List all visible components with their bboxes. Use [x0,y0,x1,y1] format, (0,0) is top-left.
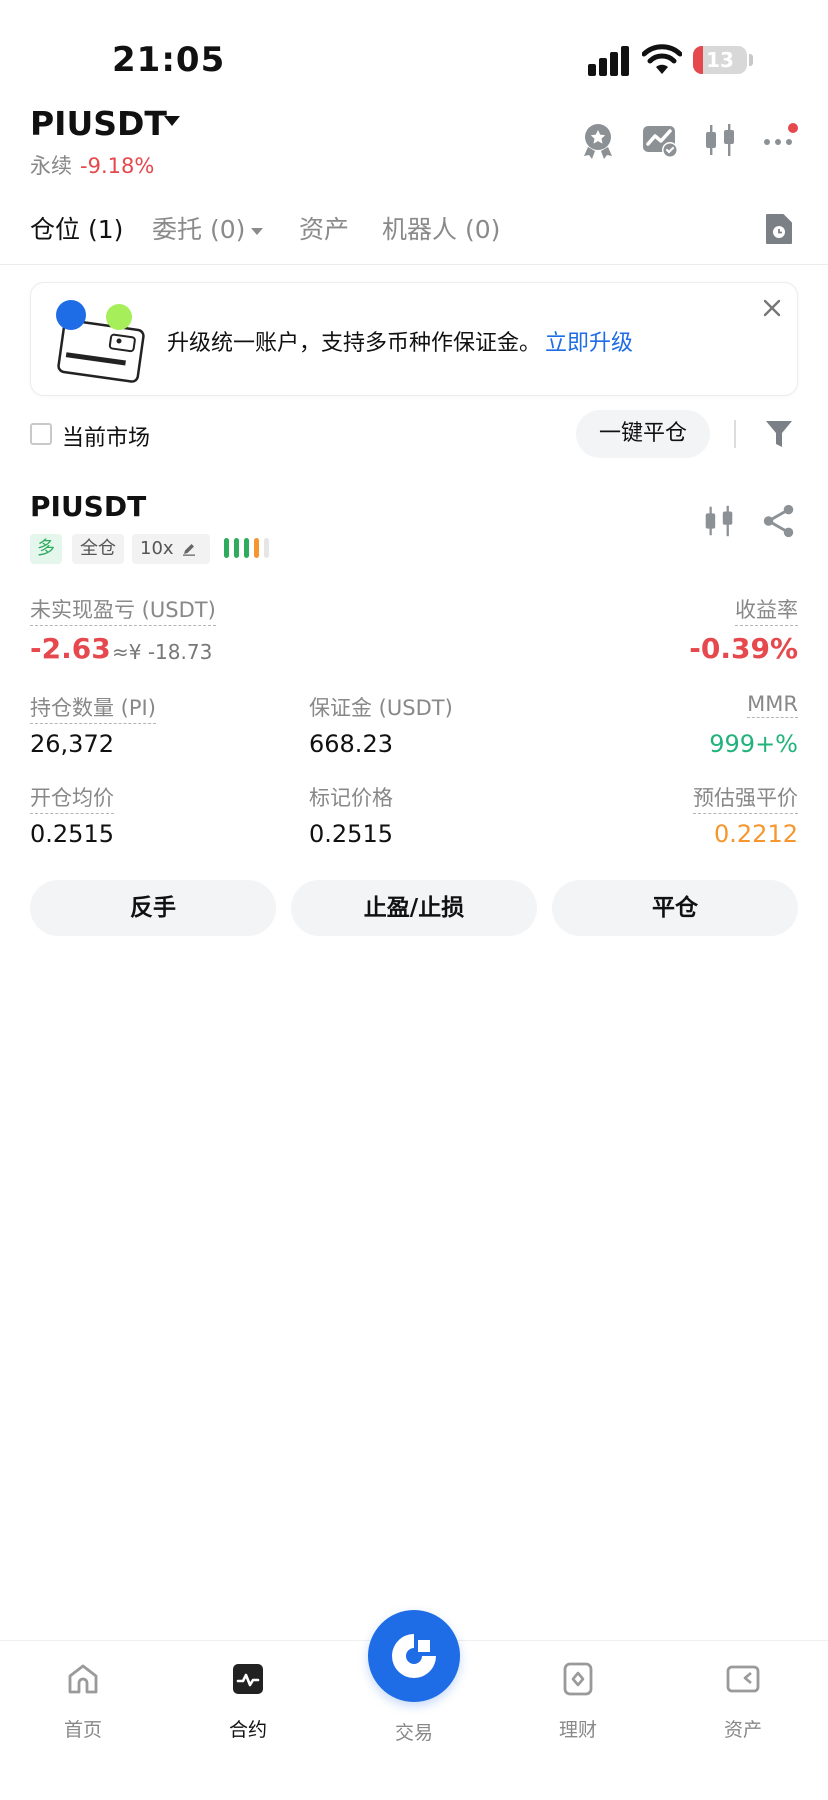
battery-icon: 13 [693,46,747,74]
tab-assets[interactable]: 资产 [299,210,349,246]
wallet-icon [726,1665,760,1693]
banner-message: 升级统一账户，支持多币种作保证金。 立即升级 [167,325,633,357]
tabs-divider [0,264,828,265]
earn-icon [563,1662,593,1696]
share-icon[interactable] [760,502,798,540]
trade-fab-button[interactable] [368,1610,460,1702]
upgrade-banner[interactable]: 升级统一账户，支持多币种作保证金。 立即升级 [30,282,798,396]
close-position-button[interactable]: 平仓 [552,880,798,936]
upgrade-link[interactable]: 立即升级 [545,331,633,356]
margin-value: 668.23 [309,730,393,758]
unrealized-pnl-cny: ≈¥ -18.73 [112,640,213,664]
nav-home-label: 首页 [63,1719,102,1741]
mark-price-label: 标记价格 [309,786,393,810]
status-time: 21:05 [112,40,226,80]
liq-price-label: 预估强平价 [693,782,798,814]
tab-bots[interactable]: 机器人 (0) [382,210,500,246]
caret-down-icon [251,227,264,235]
leverage-badge[interactable]: 10x [132,534,210,564]
mmr-value: 999+% [709,730,798,758]
trade-logo-icon [392,1634,436,1678]
unrealized-pnl-label: 未实现盈亏 (USDT) [30,594,216,626]
price-change: -9.18% [80,154,155,178]
side-badge: 多 [30,534,62,564]
tpsl-button[interactable]: 止盈/止损 [291,880,537,936]
wifi-icon [642,44,682,74]
pair-subtitle: 永续 -9.18% [30,150,154,180]
size-label: 持仓数量 (PI) [30,692,156,724]
candlestick-icon[interactable] [700,502,738,540]
nav-assets[interactable]: 资产 [683,1661,803,1742]
more-icon[interactable] [760,120,800,160]
candlestick-icon[interactable] [700,120,740,160]
tab-orders[interactable]: 委托 (0) [152,210,264,246]
edit-icon [183,544,195,556]
nav-earn-label: 理财 [558,1719,597,1741]
battery-tip [749,54,753,66]
tab-orders-label: 委托 (0) [152,215,246,244]
nav-home[interactable]: 首页 [23,1661,143,1742]
tab-positions[interactable]: 仓位 (1) [30,210,123,246]
banner-text: 升级统一账户，支持多币种作保证金。 [167,331,542,356]
battery-level: 13 [706,48,734,72]
nav-assets-label: 资产 [723,1719,762,1741]
reverse-button[interactable]: 反手 [30,880,276,936]
contract-type: 永续 [30,154,72,178]
cellular-signal-icon [588,46,638,76]
size-value: 26,372 [30,730,114,758]
roe-value: -0.39% [689,632,798,665]
margin-label: 保证金 (USDT) [309,696,453,720]
notification-dot [788,123,798,133]
liq-price-value: 0.2212 [714,820,798,848]
history-document-icon[interactable] [764,212,794,246]
close-all-button[interactable]: 一键平仓 [576,410,710,458]
filter-separator [734,420,736,448]
close-icon[interactable] [761,297,783,319]
pair-selector[interactable]: PIUSDT [30,104,167,143]
nav-futures[interactable]: 合约 [188,1661,308,1742]
leverage-value: 10x [140,538,174,559]
chart-check-icon[interactable] [640,120,680,160]
wallet-illustration [56,300,145,383]
nav-futures-label: 合约 [228,1719,267,1741]
futures-icon [233,1664,263,1694]
mark-price-value: 0.2515 [309,820,393,848]
award-icon[interactable] [578,120,618,160]
entry-price-label: 开仓均价 [30,782,114,814]
current-market-label[interactable]: 当前市场 [62,420,150,452]
filter-icon[interactable] [764,418,794,450]
nav-trade-label[interactable]: 交易 [354,1718,474,1745]
unrealized-pnl-value: -2.63 [30,632,111,665]
risk-level-indicator [224,538,274,560]
mmr-label: MMR [747,692,798,718]
position-symbol[interactable]: PIUSDT [30,490,146,523]
home-icon [68,1664,98,1694]
caret-down-icon[interactable] [164,116,180,126]
margin-mode-badge: 全仓 [72,534,124,564]
current-market-checkbox[interactable] [30,423,52,445]
roe-label: 收益率 [735,594,798,626]
nav-earn[interactable]: 理财 [518,1661,638,1742]
status-bar: 21:05 13 [0,0,828,110]
entry-price-value: 0.2515 [30,820,114,848]
